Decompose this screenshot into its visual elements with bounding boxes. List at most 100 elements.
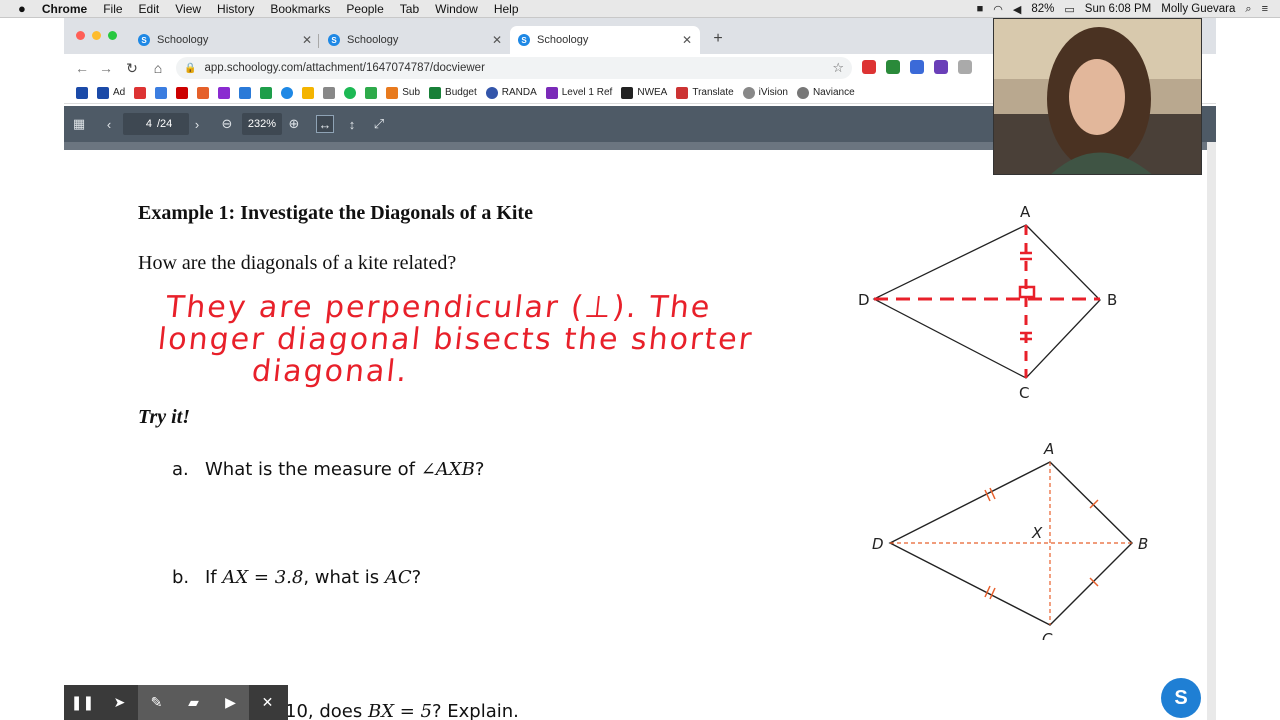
apple-icon[interactable]: ● — [18, 1, 26, 16]
page-current[interactable]: 4 — [123, 118, 157, 130]
desktop-right — [1216, 18, 1280, 720]
tab-separator — [318, 34, 319, 48]
fit-height-icon[interactable]: ↕ — [343, 115, 361, 133]
menu-edit[interactable]: Edit — [139, 2, 160, 16]
home-icon[interactable]: ⌂ — [148, 58, 168, 78]
menu-people[interactable]: People — [346, 2, 383, 16]
reload-icon[interactable]: ↻ — [122, 58, 142, 78]
search-icon[interactable]: ⌕ — [1245, 3, 1251, 16]
zoom-in-icon[interactable]: ⊕ — [285, 115, 303, 133]
bookmark-green[interactable] — [344, 86, 357, 99]
tab-schoology-1[interactable]: S Schoology ✕ — [130, 26, 320, 54]
menu-app-name[interactable]: Chrome — [42, 2, 87, 16]
camera-status-icon[interactable]: ■ — [977, 3, 984, 15]
bookmark-x[interactable] — [197, 86, 210, 99]
bookmark-drive[interactable] — [302, 86, 315, 99]
forward-button[interactable]: → — [96, 58, 116, 78]
document-area: Example 1: Investigate the Diagonals of … — [64, 142, 1216, 720]
wifi-icon[interactable]: ◠ — [993, 3, 1003, 16]
tab-schoology-2[interactable]: S Schoology ✕ — [320, 26, 510, 54]
bookmark-classroom[interactable] — [260, 86, 273, 99]
pointer-icon[interactable]: ➤ — [101, 685, 138, 720]
bookmark-naviance[interactable]: Naviance — [796, 86, 855, 99]
bookmark-nwea[interactable]: NWEA — [621, 86, 667, 99]
page-number-field[interactable]: 4 /24 — [123, 113, 189, 135]
question-a-label: a. — [172, 459, 189, 480]
bookmark-blue[interactable] — [239, 86, 252, 99]
close-window-button[interactable] — [76, 31, 85, 40]
bookmark-folder[interactable] — [323, 86, 336, 99]
bookmark-budget[interactable]: Budget — [429, 86, 477, 99]
menu-list-icon[interactable]: ≡ — [1262, 3, 1268, 15]
presenter-video — [994, 19, 1201, 174]
bookmark-gmail[interactable] — [134, 86, 147, 99]
camera-icon[interactable]: ▶ — [212, 685, 249, 720]
example-heading: Example 1: Investigate the Diagonals of … — [138, 202, 533, 224]
handwritten-line-3: diagonal. — [250, 354, 411, 389]
question-b-text: If AX = 3.8, what is AC? — [205, 567, 422, 588]
bookmark-p[interactable] — [218, 86, 231, 99]
fullscreen-icon[interactable]: ⤢ — [370, 115, 388, 133]
document-scrollbar[interactable] — [1207, 142, 1216, 720]
bookmark-netflix[interactable] — [176, 86, 189, 99]
bookmark-sis[interactable] — [76, 86, 88, 99]
next-page-icon[interactable]: › — [188, 115, 206, 133]
schoology-help-button[interactable]: S — [1161, 678, 1201, 718]
zoom-window-button[interactable] — [108, 31, 117, 40]
back-button[interactable]: ← — [72, 58, 92, 78]
fit-width-icon[interactable]: ↔ — [316, 115, 334, 133]
recording-toolbar: ❚❚ ➤ ✎ ▰ ▶ ✕ — [64, 685, 288, 720]
vertex-label-d: D — [858, 291, 870, 309]
extension-icon[interactable] — [862, 60, 876, 74]
menubar-user[interactable]: Molly Guevara — [1161, 3, 1235, 15]
tab-close-icon[interactable]: ✕ — [492, 33, 502, 47]
menu-tab[interactable]: Tab — [400, 2, 419, 16]
address-bar[interactable]: 🔒 app.schoology.com/attachment/164707478… — [176, 57, 852, 79]
tab-schoology-active[interactable]: S Schoology ✕ — [510, 26, 700, 54]
bookmark-calendar[interactable] — [155, 86, 168, 99]
close-icon[interactable]: ✕ — [249, 685, 286, 720]
highlighter-icon[interactable]: ▰ — [175, 685, 212, 720]
question-b-label: b. — [172, 567, 190, 588]
tab-title: Schoology — [157, 34, 209, 46]
bookmark-level1ref[interactable]: Level 1 Ref — [545, 86, 612, 99]
menu-window[interactable]: Window — [435, 2, 478, 16]
pen-icon[interactable]: ✎ — [138, 685, 175, 720]
minimize-window-button[interactable] — [92, 31, 101, 40]
bookmark-ad[interactable]: Ad — [97, 86, 125, 99]
menu-history[interactable]: History — [217, 2, 254, 16]
zoom-out-icon[interactable]: ⊖ — [218, 115, 236, 133]
bookmark-ivision[interactable]: iVision — [742, 86, 788, 99]
volume-icon[interactable]: ◀ — [1013, 3, 1021, 16]
grid-icon[interactable]: ▦ — [70, 115, 88, 133]
star-icon[interactable]: ☆ — [832, 60, 844, 76]
tab-close-icon[interactable]: ✕ — [302, 33, 312, 47]
menu-file[interactable]: File — [103, 2, 122, 16]
page-total: /24 — [157, 118, 173, 130]
new-tab-button[interactable]: + — [709, 30, 727, 48]
extension-icon[interactable] — [958, 60, 972, 74]
bookmark-randa[interactable]: RANDA — [485, 86, 537, 99]
zoom-level[interactable]: 232% — [242, 113, 282, 135]
schoology-favicon-icon: S — [328, 34, 340, 46]
menu-bookmarks[interactable]: Bookmarks — [270, 2, 330, 16]
bookmark-arrow[interactable] — [365, 86, 378, 99]
battery-icon[interactable]: ▭ — [1064, 3, 1074, 16]
pause-icon[interactable]: ❚❚ — [64, 685, 101, 720]
extension-icon[interactable] — [910, 60, 924, 74]
extension-icon[interactable] — [934, 60, 948, 74]
lock-icon: 🔒 — [184, 62, 197, 74]
vertex-label-a: A — [1020, 203, 1031, 221]
tab-close-icon[interactable]: ✕ — [682, 33, 692, 47]
bookmark-sub[interactable]: Sub — [386, 86, 420, 99]
vertex-label-x: X — [1031, 524, 1043, 542]
menu-view[interactable]: View — [175, 2, 201, 16]
bookmark-schoology[interactable] — [281, 86, 294, 99]
prev-page-icon[interactable]: ‹ — [100, 115, 118, 133]
extension-icon[interactable] — [886, 60, 900, 74]
vertex-label-a: A — [1043, 440, 1054, 458]
bookmark-translate[interactable]: Translate — [676, 86, 734, 99]
menubar-clock[interactable]: Sun 6:08 PM — [1085, 3, 1151, 15]
menu-help[interactable]: Help — [494, 2, 519, 16]
webcam-overlay — [993, 18, 1202, 175]
